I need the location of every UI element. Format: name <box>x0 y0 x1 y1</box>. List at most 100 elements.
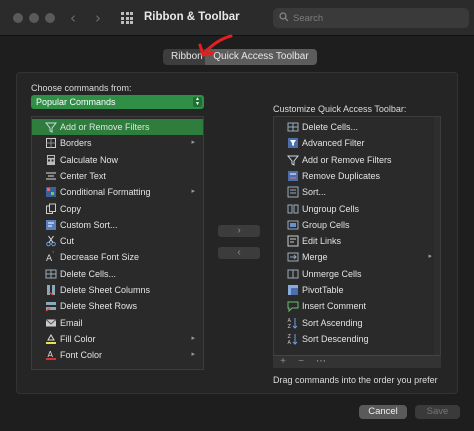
more-options-icon[interactable]: ⋯ <box>313 356 329 368</box>
list-item[interactable]: Conditional Formatting ▸ <box>32 184 203 200</box>
list-item-label: Font Color <box>60 350 103 361</box>
submenu-arrow-icon: ▸ <box>191 334 195 342</box>
decrease-font-icon: Aˇ <box>46 252 55 263</box>
list-item[interactable]: Group Cells <box>274 217 440 233</box>
delete-cells-icon <box>287 122 299 132</box>
list-item[interactable]: A Font Color ▸ <box>32 347 203 363</box>
cancel-button[interactable]: Cancel <box>359 405 407 419</box>
sort-icon <box>287 186 299 198</box>
svg-text:A: A <box>48 350 54 359</box>
delete-rows-icon <box>45 302 56 312</box>
sort-descending-icon: ZA <box>288 333 298 345</box>
calculator-icon <box>47 154 55 165</box>
scissors-icon <box>46 235 56 247</box>
list-item-label: Ungroup Cells <box>302 203 360 214</box>
list-item[interactable]: PivotTable <box>274 282 440 298</box>
filter-icon <box>45 122 57 133</box>
submenu-arrow-icon: ▸ <box>428 253 432 261</box>
list-item-label: Merge <box>302 252 328 263</box>
list-item[interactable]: Remove Duplicates <box>274 168 440 184</box>
group-icon <box>287 220 299 230</box>
submenu-arrow-icon: ▸ <box>191 188 195 196</box>
list-item[interactable]: Add or Remove Filters <box>274 152 440 168</box>
list-item[interactable]: A Z Sort Ascending <box>274 315 440 331</box>
list-item[interactable]: Delete Cells... <box>32 266 203 282</box>
svg-text:Z: Z <box>288 324 292 329</box>
back-arrow-icon[interactable]: ‹ <box>70 9 76 27</box>
list-item[interactable]: Sort... <box>274 184 440 200</box>
center-text-icon <box>46 172 56 180</box>
submenu-arrow-icon: ▸ <box>191 351 195 359</box>
remove-from-toolbar-button[interactable]: ‹ <box>218 247 260 259</box>
list-item[interactable]: Delete Sheet Columns <box>32 282 203 298</box>
available-commands-list[interactable]: Add or Remove Filters Borders ▸ Calculate N… <box>31 116 204 370</box>
list-item-label: Delete Sheet Columns <box>60 285 151 295</box>
remove-duplicates-icon <box>288 170 298 181</box>
list-item-label: Center Text <box>60 170 106 181</box>
font-color-icon: A <box>46 350 56 361</box>
toolbar-commands-list[interactable]: Delete Cells... Advanced Filter Add or Rem… <box>273 116 441 367</box>
close-window-button[interactable] <box>13 13 23 23</box>
commands-source-select[interactable]: Popular Commands ▲ ▼ <box>31 95 204 109</box>
chevron-updown-icon: ▲ ▼ <box>193 97 202 107</box>
list-item[interactable]: Borders ▸ <box>32 135 203 151</box>
list-item[interactable]: Ungroup Cells <box>274 201 440 217</box>
list-item[interactable]: Fill Color ▸ <box>32 331 203 347</box>
zoom-window-button[interactable] <box>45 13 55 23</box>
title-bar: ‹ › Ribbon & Toolbar Search <box>0 0 474 36</box>
edit-links-icon <box>287 235 299 247</box>
save-button[interactable]: Save <box>415 405 460 419</box>
list-item-label: Borders <box>60 138 92 149</box>
add-item-button[interactable]: + <box>275 356 291 368</box>
delete-columns-icon <box>47 285 55 296</box>
list-item-label: Edit Links <box>302 236 342 247</box>
custom-sort-icon <box>46 219 56 230</box>
list-item[interactable]: Copy <box>32 201 203 217</box>
list-item[interactable]: A ˇ Decrease Font Size <box>32 249 203 265</box>
list-item-label: Copy <box>60 203 82 214</box>
list-item-label: Sort... <box>302 187 327 198</box>
list-item[interactable]: Email <box>32 315 203 331</box>
window-title: Ribbon & Toolbar <box>144 11 240 23</box>
list-item[interactable]: Delete Cells... <box>274 119 440 135</box>
list-item[interactable]: Delete Sheet Rows <box>32 298 203 314</box>
list-item[interactable]: Advanced Filter <box>274 135 440 151</box>
svg-text:A: A <box>288 340 292 345</box>
list-item[interactable]: Z A Sort Descending <box>274 331 440 347</box>
list-item[interactable]: Edit Links <box>274 233 440 249</box>
email-icon <box>45 318 57 327</box>
forward-arrow-icon[interactable]: › <box>95 9 101 27</box>
advanced-filter-icon <box>288 138 298 149</box>
list-item[interactable]: Calculate Now <box>32 152 203 168</box>
list-item[interactable]: Add or Remove Filters <box>32 119 203 135</box>
list-item-label: Add or Remove Filters <box>302 154 392 165</box>
list-item[interactable]: Merge ▸ <box>274 249 440 265</box>
list-item-label: Unmerge Cells <box>302 268 362 279</box>
add-to-toolbar-button[interactable]: › <box>218 225 260 237</box>
show-all-grid-icon[interactable] <box>121 12 133 24</box>
unmerge-icon <box>287 269 299 279</box>
list-item[interactable]: Center Text <box>32 168 203 184</box>
list-item-label: Fill Color <box>60 333 96 344</box>
select-value: Popular Commands <box>36 97 116 107</box>
insert-comment-icon <box>287 301 299 313</box>
search-input[interactable]: Search <box>273 8 469 28</box>
annotation-arrow-icon <box>198 34 233 57</box>
minimize-window-button[interactable] <box>29 13 39 23</box>
list-item-label: Sort Descending <box>302 333 369 344</box>
customize-toolbar-label: Customize Quick Access Toolbar: <box>273 104 407 114</box>
drag-hint: Drag commands into the order you prefer <box>273 375 438 385</box>
list-item-label: Group Cells <box>302 219 350 230</box>
list-item-label: Delete Sheet Rows <box>60 301 138 312</box>
list-item[interactable]: Custom Sort... <box>32 217 203 233</box>
list-item[interactable]: Insert Comment <box>274 298 440 314</box>
list-item[interactable]: Unmerge Cells <box>274 266 440 282</box>
svg-text:ˇ: ˇ <box>52 252 55 258</box>
choose-commands-label: Choose commands from: <box>31 83 132 93</box>
list-item[interactable]: Cut <box>32 233 203 249</box>
pivottable-icon <box>288 285 298 295</box>
remove-item-button[interactable]: − <box>293 356 309 368</box>
list-item-label: Custom Sort... <box>60 219 118 230</box>
list-item-label: Advanced Filter <box>302 138 365 149</box>
search-icon <box>279 12 289 22</box>
